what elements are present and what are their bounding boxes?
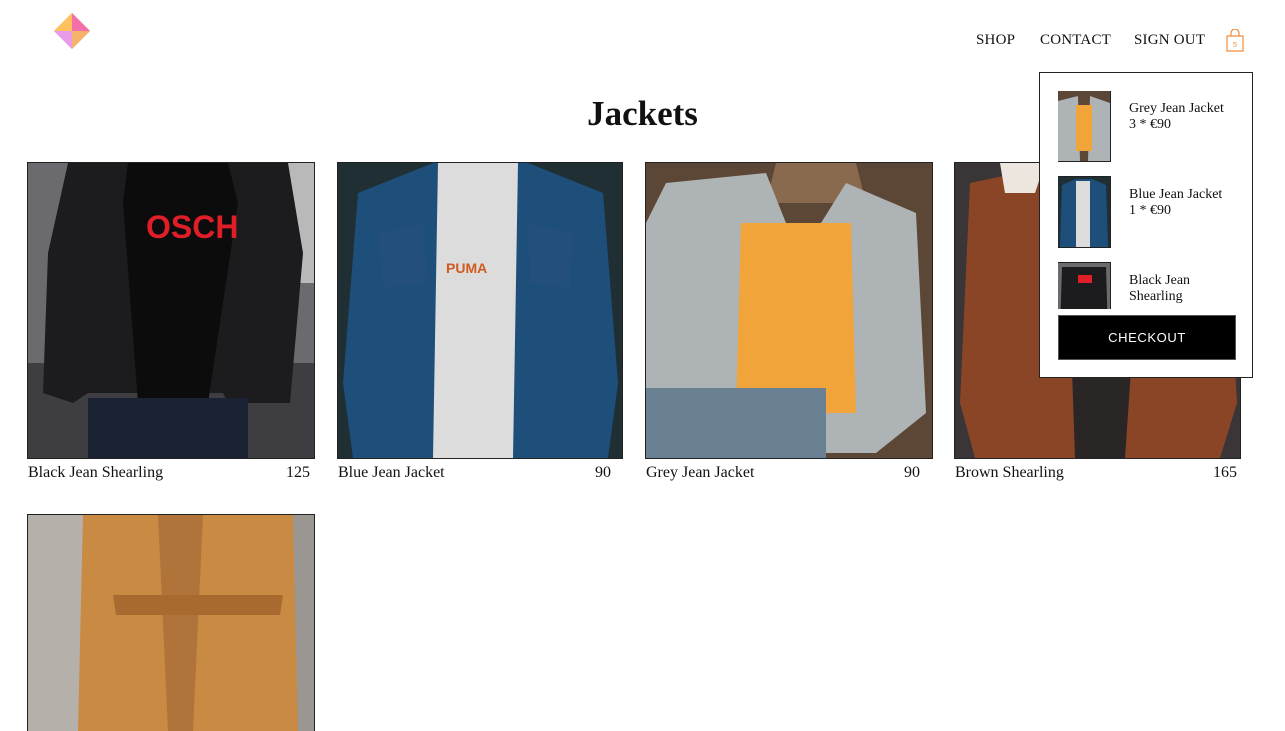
cart-item-name: Black Jean Shearling	[1129, 273, 1191, 304]
nav-sign-out[interactable]: SIGN OUT	[1134, 32, 1205, 49]
brand-logo[interactable]	[53, 12, 91, 50]
diamond-logo-icon	[54, 13, 90, 49]
product-price: 125	[286, 464, 310, 481]
product-card[interactable]: Grey Jean Jacket 90	[645, 162, 933, 493]
product-image[interactable]	[27, 514, 315, 731]
cart-item-name: Blue Jean Jacket	[1129, 187, 1223, 202]
product-card[interactable]: PUMA Blue Jean Jacket 90	[337, 162, 623, 493]
cart-item-image	[1058, 262, 1111, 309]
cart-item-name: Grey Jean Jacket	[1129, 101, 1224, 116]
cart-item-qty-price: 1 * €90	[1129, 203, 1171, 218]
nav-contact[interactable]: CONTACT	[1040, 32, 1111, 49]
cart-items-list[interactable]: Grey Jean Jacket 3 * €90 Blue Jean Jacke…	[1058, 91, 1236, 309]
product-name[interactable]: Grey Jean Jacket	[646, 464, 754, 482]
product-name[interactable]: Black Jean Shearling	[28, 464, 163, 482]
shopping-bag-icon[interactable]: 5	[1225, 28, 1245, 53]
cart-item-qty-price: 3 * €90	[1129, 117, 1171, 132]
product-image[interactable]: OSCH	[27, 162, 315, 459]
cart-item[interactable]: Black Jean Shearling	[1058, 262, 1236, 309]
svg-text:5: 5	[1233, 42, 1237, 49]
product-price: 90	[595, 464, 611, 481]
svg-text:PUMA: PUMA	[446, 260, 487, 276]
cart-dropdown: Grey Jean Jacket 3 * €90 Blue Jean Jacke…	[1039, 72, 1253, 378]
product-image[interactable]: PUMA	[337, 162, 623, 459]
cart-item-image	[1058, 176, 1111, 248]
nav-shop[interactable]: SHOP	[976, 32, 1015, 49]
product-price: 165	[1213, 464, 1237, 481]
product-card[interactable]: OSCH Black Jean Shearling 125	[27, 162, 315, 493]
cart-item-image	[1058, 91, 1111, 162]
svg-text:OSCH: OSCH	[146, 209, 238, 245]
cart-item[interactable]: Grey Jean Jacket 3 * €90	[1058, 91, 1236, 163]
product-price: 90	[904, 464, 920, 481]
cart-item[interactable]: Blue Jean Jacket 1 * €90	[1058, 176, 1236, 249]
product-name[interactable]: Brown Shearling	[955, 464, 1064, 482]
product-image[interactable]	[645, 162, 933, 459]
checkout-button[interactable]: CHECKOUT	[1058, 315, 1236, 360]
product-card[interactable]	[27, 514, 315, 731]
product-name[interactable]: Blue Jean Jacket	[338, 464, 445, 482]
